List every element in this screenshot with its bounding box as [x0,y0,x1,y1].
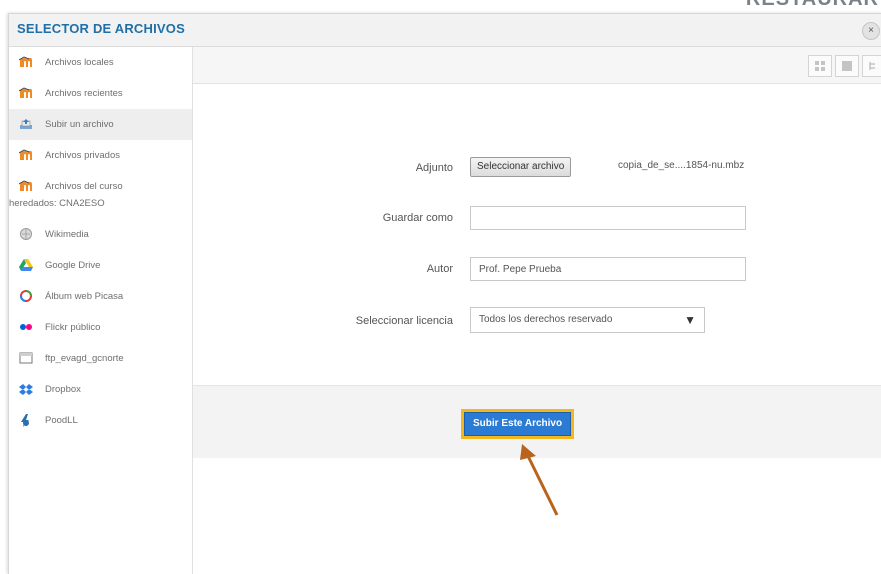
submit-highlight: Subir Este Archivo [461,409,575,439]
repo-legacy-course-files[interactable]: Archivos del curso heredados: CNA2ESO [9,171,192,219]
list-icon [842,61,852,71]
moodle-icon [18,178,34,194]
pointer-arrow [520,444,559,516]
choose-file-button[interactable]: Seleccionar archivo [470,157,572,177]
poodll-icon [18,412,34,428]
dropbox-icon [18,381,34,397]
save-as-label: Guardar como [382,212,453,224]
repo-label: Dropbox [45,384,81,395]
repo-label: Archivos locales [45,57,114,68]
wikimedia-icon [18,226,34,242]
grid-icon [815,61,825,71]
license-selected-value: Todos los derechos reservado [479,314,613,325]
file-toolbar [193,47,881,84]
moodle-icon [18,54,34,70]
repo-label: Google Drive [45,260,101,271]
license-label: Seleccionar licencia [355,315,453,327]
tree-icon [869,62,875,70]
attachment-label: Adjunto [415,162,453,174]
repo-label: Subir un archivo [45,119,114,130]
upload-file-button[interactable]: Subir Este Archivo [464,412,572,436]
repo-google-drive[interactable]: Google Drive [9,250,192,281]
view-switcher [805,55,881,77]
repo-wikimedia[interactable]: Wikimedia [9,219,192,250]
repository-list: Archivos locales Archivos recientes Subi… [9,47,193,574]
repo-picasa[interactable]: Álbum web Picasa [9,281,192,312]
repo-label: Archivos del curso [45,181,123,192]
repo-recent-files[interactable]: Archivos recientes [9,78,192,109]
chosen-file-name: copia_de_se....1854-nu.mbz [618,160,745,171]
chevron-down-icon: ▼ [684,313,696,327]
picasa-icon [18,288,34,304]
dialog-titlebar: SELECTOR DE ARCHIVOS × [9,14,881,47]
background-page-heading: RESTAURAR [746,0,879,11]
repo-private-files[interactable]: Archivos privados [9,140,192,171]
repo-label: Flickr público [45,322,101,333]
repo-ftp[interactable]: ftp_evagd_gcnorte [9,343,192,374]
icon-view-button[interactable] [808,55,832,77]
license-select[interactable]: Todos los derechos reservado ▼ [470,307,705,333]
moodle-icon [18,147,34,163]
flickr-icon [18,319,34,335]
dialog-title: SELECTOR DE ARCHIVOS [17,21,185,36]
repo-dropbox[interactable]: Dropbox [9,374,192,405]
repo-label: Archivos recientes [45,88,123,99]
repo-label-continued: heredados: CNA2ESO [9,198,105,209]
repo-flickr[interactable]: Flickr público [9,312,192,343]
tree-view-button[interactable] [862,55,881,77]
upload-form: Adjunto Seleccionar archivo copia_de_se.… [193,84,881,384]
save-as-input[interactable] [470,206,746,230]
repo-label: Álbum web Picasa [45,291,124,302]
upload-icon [18,116,34,132]
close-button[interactable]: × [862,22,880,40]
repo-local-files[interactable]: Archivos locales [9,47,192,78]
moodle-icon [18,85,34,101]
repo-label: PoodLL [45,415,78,426]
repo-poodll[interactable]: PoodLL [9,405,192,436]
author-input[interactable] [470,257,746,281]
repo-label: ftp_evagd_gcnorte [45,353,124,364]
file-picker-dialog: SELECTOR DE ARCHIVOS × Archivos locales … [8,13,881,574]
author-label: Autor [426,263,453,275]
repo-label: Wikimedia [45,229,89,240]
list-view-button[interactable] [835,55,859,77]
ftp-icon [18,350,34,366]
repo-upload-file[interactable]: Subir un archivo [9,109,192,140]
google-drive-icon [18,257,34,273]
repo-label: Archivos privados [45,150,120,161]
